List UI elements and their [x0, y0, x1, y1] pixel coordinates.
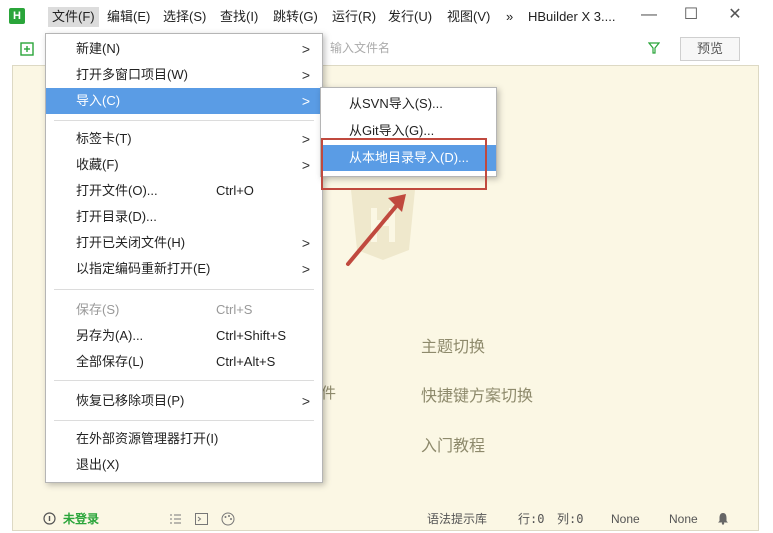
outline-icon[interactable]	[169, 513, 182, 525]
submenu-arrow-icon: >	[301, 393, 310, 409]
annotation-highlight-box	[321, 138, 487, 190]
menu-item-label: 从SVN导入(S)...	[349, 96, 443, 111]
annotation-arrow-icon	[346, 194, 406, 266]
menu-item-import-svn[interactable]: 从SVN导入(S)...	[321, 91, 496, 117]
menu-item-label: 打开已关闭文件(H)	[76, 235, 186, 250]
menu-item-label: 新建(N)	[76, 41, 121, 56]
menu-file[interactable]: 文件(F)	[48, 7, 99, 27]
menu-item-label: 打开目录(D)...	[76, 209, 157, 224]
menu-item-label: 在外部资源管理器打开(I)	[76, 431, 219, 446]
menu-edit[interactable]: 编辑(E)	[103, 7, 154, 27]
menu-view[interactable]: 视图(V)	[443, 7, 494, 27]
menu-item-reopen-with-encoding[interactable]: 以指定编码重新打开(E) >	[46, 256, 322, 282]
menu-item-label: 保存(S)	[76, 302, 120, 317]
status-bar: 未登录 语法提示库 行:0 列:0 None None	[12, 508, 759, 531]
menu-item-label: 打开多窗口项目(W)	[76, 67, 188, 82]
menu-item-shortcut: Ctrl+S	[216, 302, 253, 317]
menu-item-label: 以指定编码重新打开(E)	[76, 261, 211, 276]
menu-separator	[54, 420, 314, 421]
bell-icon[interactable]	[717, 512, 729, 525]
menu-item-label: 另存为(A)...	[76, 328, 144, 343]
filter-icon[interactable]	[648, 42, 660, 54]
menu-item-open-in-explorer[interactable]: 在外部资源管理器打开(I)	[46, 426, 322, 452]
encoding-indicator[interactable]: None	[611, 508, 640, 530]
submenu-arrow-icon: >	[301, 157, 310, 173]
menu-item-new[interactable]: 新建(N) >	[46, 36, 322, 62]
menu-item-label: 收藏(F)	[76, 157, 119, 172]
preview-button[interactable]: 预览	[680, 37, 740, 61]
menu-item-label: 退出(X)	[76, 457, 120, 472]
file-menu: 新建(N) > 打开多窗口项目(W) > 导入(C) > 标签卡(T) > 收藏…	[45, 33, 323, 483]
new-file-icon[interactable]	[20, 42, 34, 56]
menu-item-reopen-closed[interactable]: 打开已关闭文件(H) >	[46, 230, 322, 256]
col-indicator: 列:0	[557, 512, 584, 526]
terminal-icon[interactable]	[195, 513, 208, 525]
hbuilderx-logo-icon: H	[9, 8, 25, 24]
menu-separator	[54, 289, 314, 290]
menu-item-restore-removed-project[interactable]: 恢复已移除项目(P) >	[46, 388, 322, 414]
getting-started-link[interactable]: 入门教程	[421, 432, 485, 456]
syntax-library[interactable]: 语法提示库	[427, 508, 487, 530]
submenu-arrow-icon: >	[301, 67, 310, 83]
menu-publish[interactable]: 发行(U)	[384, 7, 436, 27]
submenu-arrow-icon: >	[301, 41, 310, 57]
close-button[interactable]: ✕	[726, 6, 744, 24]
menu-item-open-directory[interactable]: 打开目录(D)...	[46, 204, 322, 230]
menu-find[interactable]: 查找(I)	[216, 7, 262, 27]
user-icon[interactable]	[43, 512, 56, 525]
menu-item-label: 打开文件(O)...	[76, 183, 158, 198]
menu-run[interactable]: 运行(R)	[328, 7, 380, 27]
partial-welcome-text: 件	[321, 385, 337, 402]
menu-item-open-file[interactable]: 打开文件(O)... Ctrl+O	[46, 178, 322, 204]
menu-item-favorites[interactable]: 收藏(F) >	[46, 152, 322, 178]
menu-item-shortcut: Ctrl+Shift+S	[216, 328, 287, 343]
menu-item-save-all[interactable]: 全部保存(L) Ctrl+Alt+S	[46, 349, 322, 375]
window-title: HBuilder X 3....	[528, 9, 616, 24]
menu-item-label: 恢复已移除项目(P)	[76, 393, 185, 408]
minimize-button[interactable]: —	[640, 6, 658, 24]
file-search-input[interactable]: 输入文件名	[322, 37, 680, 59]
submenu-arrow-icon: >	[301, 131, 310, 147]
menu-item-label: 标签卡(T)	[76, 131, 132, 146]
menu-item-save: 保存(S) Ctrl+S	[46, 297, 322, 323]
menu-separator	[54, 120, 314, 121]
menu-item-label: 全部保存(L)	[76, 354, 144, 369]
menu-item-shortcut: Ctrl+Alt+S	[216, 354, 276, 369]
menu-item-import[interactable]: 导入(C) >	[46, 88, 322, 114]
theme-palette-icon[interactable]	[221, 512, 235, 526]
title-bar: H 文件(F) 编辑(E) 选择(S) 查找(I) 跳转(G) 运行(R) 发行…	[0, 0, 773, 33]
login-status[interactable]: 未登录	[63, 508, 99, 530]
line-ending-indicator[interactable]: None	[669, 508, 698, 530]
menu-item-tabs[interactable]: 标签卡(T) >	[46, 126, 322, 152]
menu-separator	[54, 380, 314, 381]
theme-switch-link[interactable]: 主题切换	[421, 333, 485, 357]
row-indicator: 行:0	[518, 512, 545, 526]
submenu-arrow-icon: >	[301, 235, 310, 251]
menu-item-label: 导入(C)	[76, 93, 121, 108]
menu-select[interactable]: 选择(S)	[159, 7, 210, 27]
menu-item-open-multi-window-project[interactable]: 打开多窗口项目(W) >	[46, 62, 322, 88]
submenu-arrow-icon: >	[301, 261, 310, 277]
menu-item-exit[interactable]: 退出(X)	[46, 452, 322, 478]
menu-overflow[interactable]: »	[502, 7, 517, 27]
menu-goto[interactable]: 跳转(G)	[269, 7, 322, 27]
keymap-switch-link[interactable]: 快捷键方案切换	[421, 382, 533, 406]
menu-item-shortcut: Ctrl+O	[216, 183, 254, 198]
menu-item-save-as[interactable]: 另存为(A)... Ctrl+Shift+S	[46, 323, 322, 349]
submenu-arrow-icon: >	[301, 93, 310, 109]
maximize-button[interactable]: ☐	[682, 6, 700, 24]
